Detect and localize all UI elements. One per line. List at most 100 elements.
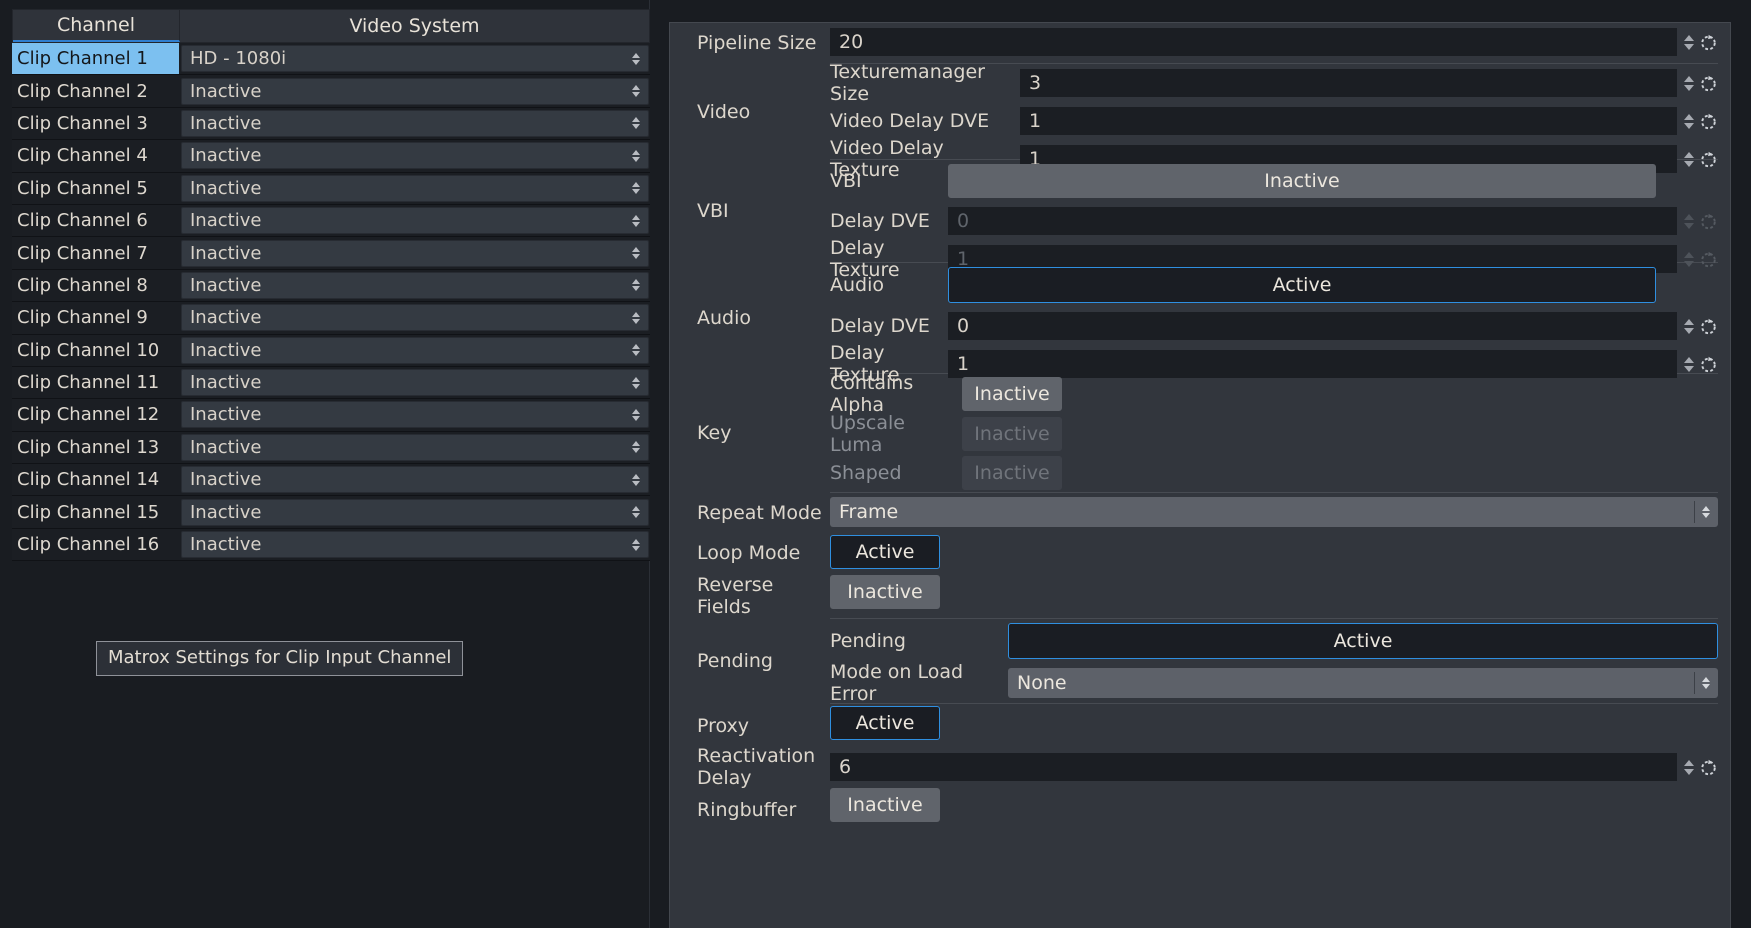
reset-circular-arrow-icon[interactable] bbox=[1699, 317, 1718, 336]
video-system-dropdown[interactable]: Inactive bbox=[181, 207, 649, 234]
channel-name-cell[interactable]: Clip Channel 13 bbox=[12, 432, 179, 464]
video-system-dropdown[interactable]: Inactive bbox=[181, 175, 649, 202]
channel-name-cell[interactable]: Clip Channel 16 bbox=[12, 529, 179, 561]
channel-row[interactable]: Clip Channel 11Inactive bbox=[12, 367, 650, 399]
channel-name-cell[interactable]: Clip Channel 1 bbox=[12, 43, 179, 75]
dropdown-updown-icon[interactable] bbox=[632, 117, 640, 129]
column-header-video-system[interactable]: Video System bbox=[180, 10, 649, 42]
channel-name-cell[interactable]: Clip Channel 12 bbox=[12, 399, 179, 431]
channel-row[interactable]: Clip Channel 14Inactive bbox=[12, 464, 650, 496]
dropdown-updown-icon[interactable] bbox=[632, 215, 640, 227]
dropdown-updown-icon[interactable] bbox=[632, 85, 640, 97]
dropdown-updown-icon[interactable] bbox=[632, 409, 640, 421]
vbi-toggle-button[interactable]: Inactive bbox=[948, 164, 1656, 198]
pipeline-size-input[interactable]: 20 bbox=[830, 28, 1677, 56]
video-system-dropdown[interactable]: Inactive bbox=[181, 531, 649, 558]
reset-circular-arrow-icon[interactable] bbox=[1699, 33, 1718, 52]
video-system-dropdown[interactable]: HD - 1080i bbox=[181, 45, 649, 72]
video-system-dropdown[interactable]: Inactive bbox=[181, 240, 649, 267]
pending-toggle-button[interactable]: Active bbox=[1008, 623, 1718, 659]
channel-row[interactable]: Clip Channel 12Inactive bbox=[12, 399, 650, 431]
channel-name-cell[interactable]: Clip Channel 4 bbox=[12, 140, 179, 172]
channel-name-cell[interactable]: Clip Channel 2 bbox=[12, 75, 179, 107]
audio-toggle-button[interactable]: Active bbox=[948, 267, 1656, 303]
channel-name-cell[interactable]: Clip Channel 9 bbox=[12, 302, 179, 334]
channel-row[interactable]: Clip Channel 16Inactive bbox=[12, 529, 650, 561]
spinner-updown-icon[interactable] bbox=[1684, 114, 1694, 129]
channel-name-cell[interactable]: Clip Channel 3 bbox=[12, 108, 179, 140]
channel-row[interactable]: Clip Channel 5Inactive bbox=[12, 173, 650, 205]
channel-name-cell[interactable]: Clip Channel 15 bbox=[12, 496, 179, 528]
reactivation-delay-input[interactable]: 6 bbox=[830, 753, 1677, 781]
channel-row[interactable]: Clip Channel 6Inactive bbox=[12, 205, 650, 237]
video-system-dropdown[interactable]: Inactive bbox=[181, 78, 649, 105]
audio-delay-dve-input[interactable]: 0 bbox=[948, 312, 1677, 340]
dropdown-updown-icon[interactable] bbox=[632, 474, 640, 486]
vbi-delay-dve-input[interactable]: 0 bbox=[948, 207, 1677, 235]
reverse-fields-button[interactable]: Inactive bbox=[830, 575, 940, 609]
channel-name-cell[interactable]: Clip Channel 14 bbox=[12, 464, 179, 496]
texturemanager-size-input[interactable]: 3 bbox=[1020, 69, 1677, 97]
video-system-dropdown[interactable]: Inactive bbox=[181, 401, 649, 428]
mode-on-load-error-dropdown[interactable]: None bbox=[1008, 668, 1718, 698]
repeat-mode-dropdown[interactable]: Frame bbox=[830, 497, 1718, 527]
dropdown-updown-icon[interactable] bbox=[632, 312, 640, 324]
dropdown-updown-icon[interactable] bbox=[632, 53, 640, 65]
channel-row[interactable]: Clip Channel 13Inactive bbox=[12, 432, 650, 464]
dropdown-updown-icon[interactable] bbox=[632, 539, 640, 551]
dropdown-updown-icon[interactable] bbox=[632, 182, 640, 194]
spinner-updown-icon[interactable] bbox=[1684, 76, 1694, 91]
dropdown-updown-icon[interactable] bbox=[1694, 672, 1710, 694]
proxy-button[interactable]: Active bbox=[830, 706, 940, 740]
video-system-dropdown[interactable]: Inactive bbox=[181, 499, 649, 526]
dropdown-updown-icon[interactable] bbox=[632, 344, 640, 356]
channel-row[interactable]: Clip Channel 3Inactive bbox=[12, 108, 650, 140]
channel-row[interactable]: Clip Channel 8Inactive bbox=[12, 270, 650, 302]
video-system-dropdown[interactable]: Inactive bbox=[181, 304, 649, 331]
video-delay-dve-stepper[interactable] bbox=[1677, 112, 1718, 131]
spinner-updown-icon[interactable] bbox=[1684, 35, 1694, 50]
channel-name-cell[interactable]: Clip Channel 5 bbox=[12, 173, 179, 205]
dropdown-updown-icon[interactable] bbox=[632, 279, 640, 291]
reset-circular-arrow-icon[interactable] bbox=[1699, 112, 1718, 131]
audio-delay-dve-stepper[interactable] bbox=[1677, 317, 1718, 336]
channel-row[interactable]: Clip Channel 15Inactive bbox=[12, 496, 650, 528]
channel-name-cell[interactable]: Clip Channel 6 bbox=[12, 205, 179, 237]
spinner-updown-icon[interactable] bbox=[1684, 357, 1694, 372]
channel-row[interactable]: Clip Channel 2Inactive bbox=[12, 75, 650, 107]
ringbuffer-button[interactable]: Inactive bbox=[830, 788, 940, 822]
video-system-dropdown[interactable]: Inactive bbox=[181, 434, 649, 461]
video-system-dropdown[interactable]: Inactive bbox=[181, 337, 649, 364]
spinner-updown-icon[interactable] bbox=[1684, 760, 1694, 775]
channel-row[interactable]: Clip Channel 9Inactive bbox=[12, 302, 650, 334]
dropdown-updown-icon[interactable] bbox=[632, 247, 640, 259]
texturemanager-size-stepper[interactable] bbox=[1677, 74, 1718, 93]
dropdown-updown-icon[interactable] bbox=[632, 150, 640, 162]
channel-name-cell[interactable]: Clip Channel 7 bbox=[12, 237, 179, 269]
dropdown-updown-icon[interactable] bbox=[632, 506, 640, 518]
dropdown-updown-icon[interactable] bbox=[1694, 501, 1710, 523]
video-system-dropdown[interactable]: Inactive bbox=[181, 142, 649, 169]
pipeline-size-stepper[interactable] bbox=[1677, 33, 1718, 52]
video-system-dropdown[interactable]: Inactive bbox=[181, 110, 649, 137]
spinner-updown-icon[interactable] bbox=[1684, 319, 1694, 334]
reset-circular-arrow-icon[interactable] bbox=[1699, 74, 1718, 93]
channel-name-cell[interactable]: Clip Channel 10 bbox=[12, 335, 179, 367]
dropdown-updown-icon[interactable] bbox=[632, 441, 640, 453]
channel-row[interactable]: Clip Channel 1HD - 1080i bbox=[12, 43, 650, 75]
reactivation-delay-stepper[interactable] bbox=[1677, 758, 1718, 777]
channel-name-cell[interactable]: Clip Channel 8 bbox=[12, 270, 179, 302]
contains-alpha-button[interactable]: Inactive bbox=[962, 377, 1062, 411]
video-system-dropdown[interactable]: Inactive bbox=[181, 369, 649, 396]
reset-circular-arrow-icon[interactable] bbox=[1699, 355, 1718, 374]
video-system-dropdown[interactable]: Inactive bbox=[181, 466, 649, 493]
video-system-dropdown[interactable]: Inactive bbox=[181, 272, 649, 299]
loop-mode-button[interactable]: Active bbox=[830, 535, 940, 569]
audio-delay-texture-stepper[interactable] bbox=[1677, 355, 1718, 374]
column-header-channel[interactable]: Channel bbox=[13, 10, 180, 42]
channel-row[interactable]: Clip Channel 4Inactive bbox=[12, 140, 650, 172]
channel-row[interactable]: Clip Channel 10Inactive bbox=[12, 335, 650, 367]
video-delay-dve-input[interactable]: 1 bbox=[1020, 107, 1677, 135]
channel-name-cell[interactable]: Clip Channel 11 bbox=[12, 367, 179, 399]
reset-circular-arrow-icon[interactable] bbox=[1699, 758, 1718, 777]
